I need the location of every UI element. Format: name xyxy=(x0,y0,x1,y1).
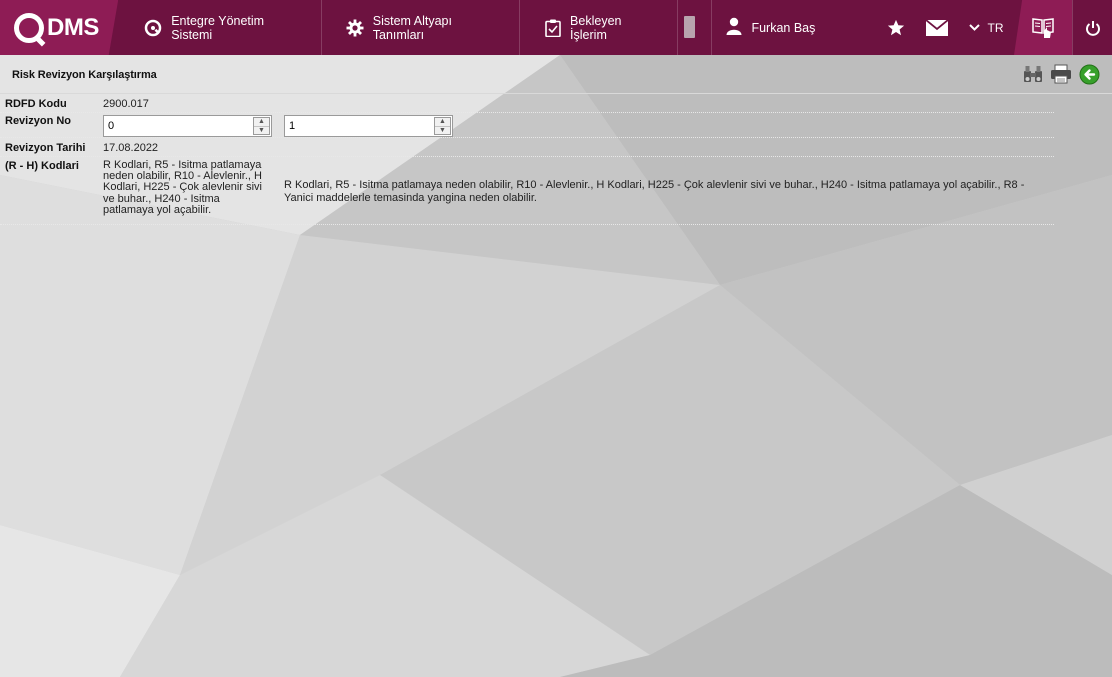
revision-left-stepper[interactable]: ▲ ▼ xyxy=(103,115,272,137)
book-hand-icon xyxy=(1032,17,1054,38)
nav-bekleyen-islerim[interactable]: Bekleyen İşlerim xyxy=(520,0,679,55)
nav-label: Sistem Altyapı Tanımları xyxy=(372,13,452,42)
row-revizyon-tarihi: Revizyon Tarihi 17.08.2022 xyxy=(0,138,1054,157)
nav-entegre-yonetim-sistemi[interactable]: Entegre Yönetim Sistemi xyxy=(118,0,322,55)
stepper-arrows[interactable]: ▲ ▼ xyxy=(434,117,451,135)
user-guide-button[interactable] xyxy=(1014,0,1073,55)
messages-button[interactable] xyxy=(916,0,958,55)
binoculars-icon xyxy=(1024,66,1042,82)
title-divider xyxy=(0,93,1112,94)
field-value: 17.08.2022 xyxy=(103,142,159,154)
back-button[interactable] xyxy=(1078,63,1100,85)
logo-q-icon xyxy=(14,12,44,43)
field-value-left: R Kodlari, R5 - Isitma patlamaya neden o… xyxy=(103,159,262,216)
header-actions: TR xyxy=(876,0,1112,55)
print-button[interactable] xyxy=(1050,63,1072,85)
top-navigation-bar: DMS Entegre Yönetim Sistemi Sistem Altya… xyxy=(0,0,1112,55)
language-code: TR xyxy=(987,20,1004,35)
nav-scroll-handle[interactable] xyxy=(684,16,696,38)
stepper-arrows[interactable]: ▲ ▼ xyxy=(253,117,270,135)
row-revizyon-no: Revizyon No ▲ ▼ ▲ ▼ xyxy=(0,113,1054,138)
gear-icon xyxy=(346,19,364,37)
power-icon xyxy=(1085,20,1100,36)
star-icon xyxy=(887,19,905,35)
row-rdfd-kodu: RDFD Kodu 2900.017 xyxy=(0,96,1054,113)
user-menu[interactable]: Furkan Baş xyxy=(711,0,876,55)
page-toolbar xyxy=(1022,63,1100,85)
nav-label: Entegre Yönetim Sistemi xyxy=(171,13,265,42)
compare-button[interactable] xyxy=(1022,63,1044,85)
main-nav: Entegre Yönetim Sistemi Sistem Altyapı T… xyxy=(118,0,711,55)
logo-text: DMS xyxy=(47,13,99,41)
chevron-down-icon[interactable]: ▼ xyxy=(254,125,269,135)
field-value: 2900.017 xyxy=(103,98,149,110)
language-selector[interactable]: TR xyxy=(958,0,1014,55)
revision-left-input[interactable] xyxy=(104,116,271,136)
field-label: RDFD Kodu xyxy=(5,98,67,110)
chevron-up-icon[interactable]: ▲ xyxy=(254,118,269,126)
qdms-circle-icon xyxy=(144,19,162,37)
favorites-button[interactable] xyxy=(876,0,916,55)
field-value-right: R Kodlari, R5 - Isitma patlamaya neden o… xyxy=(284,179,1025,204)
nav-sistem-altyapi-tanimlari[interactable]: Sistem Altyapı Tanımları xyxy=(322,0,520,55)
printer-icon xyxy=(1051,64,1071,84)
mail-icon xyxy=(926,19,949,36)
user-icon xyxy=(726,17,742,38)
chevron-down-icon xyxy=(968,24,980,31)
chevron-up-icon[interactable]: ▲ xyxy=(435,118,450,126)
clipboard-check-icon xyxy=(544,19,561,37)
nav-label: Bekleyen İşlerim xyxy=(570,13,622,42)
row-rh-kodlari: (R - H) Kodlari R Kodlari, R5 - Isitma p… xyxy=(0,157,1054,225)
logout-button[interactable] xyxy=(1072,0,1112,55)
revision-right-input[interactable] xyxy=(285,116,452,136)
main-content: Risk Revizyon Karşılaştırma RDFD Kodu 29… xyxy=(0,55,1112,677)
chevron-down-icon[interactable]: ▼ xyxy=(435,125,450,135)
user-name: Furkan Baş xyxy=(751,20,816,35)
field-label: (R - H) Kodlari xyxy=(5,160,79,172)
back-arrow-icon xyxy=(1079,64,1099,84)
field-label: Revizyon No xyxy=(5,115,72,127)
revision-right-stepper[interactable]: ▲ ▼ xyxy=(284,115,453,137)
qdms-logo[interactable]: DMS xyxy=(0,0,119,55)
field-label: Revizyon Tarihi xyxy=(5,142,86,154)
page-title: Risk Revizyon Karşılaştırma xyxy=(12,69,157,81)
